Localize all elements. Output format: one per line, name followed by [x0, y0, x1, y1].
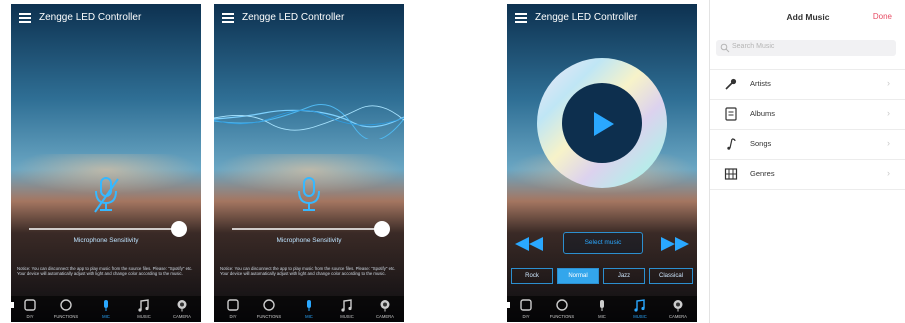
- add-music-panel: Add Music Done Search Music Artists › Al…: [709, 0, 905, 323]
- functions-icon: [263, 299, 275, 311]
- tab-diy[interactable]: DIY: [509, 299, 543, 319]
- sensitivity-label: Microphone Sensitivity: [73, 237, 139, 244]
- mode-selector: Rock Normal Jazz Classical: [511, 268, 693, 284]
- list-item-label: Songs: [750, 139, 772, 148]
- tab-mic[interactable]: MIC: [89, 299, 123, 319]
- mic-screen-active: Zengge LED Controller Microphone Sensiti…: [214, 4, 404, 322]
- diy-icon: [520, 299, 532, 311]
- camera-icon: [673, 300, 683, 312]
- tab-music[interactable]: MUSIC: [623, 299, 657, 319]
- slider-knob[interactable]: [171, 221, 187, 237]
- mode-classical[interactable]: Classical: [649, 268, 693, 284]
- sensitivity-slider[interactable]: [29, 221, 187, 237]
- notice-text: Notice: You can disconnect the app to pl…: [17, 266, 193, 277]
- mic-icon: [600, 300, 604, 311]
- select-music-button[interactable]: Select music: [563, 232, 643, 254]
- piano-icon: [724, 168, 738, 180]
- music-icon: [138, 299, 149, 312]
- sensitivity-slider[interactable]: [232, 221, 390, 237]
- tab-functions[interactable]: FUNCTIONS: [49, 299, 83, 319]
- tab-camera[interactable]: CAMERA: [368, 299, 402, 319]
- tab-bar: DIY FUNCTIONS MIC MUSIC CAMERA: [11, 296, 201, 322]
- tab-functions[interactable]: FUNCTIONS: [545, 299, 579, 319]
- tab-music[interactable]: MUSIC: [330, 299, 364, 319]
- previous-icon[interactable]: [515, 237, 543, 251]
- tab-diy[interactable]: DIY: [216, 299, 250, 319]
- chevron-right-icon: ›: [887, 78, 890, 88]
- search-placeholder: Search Music: [732, 43, 775, 50]
- mode-normal[interactable]: Normal: [557, 268, 599, 284]
- mode-jazz[interactable]: Jazz: [603, 268, 645, 284]
- app-title: Zengge LED Controller: [39, 12, 142, 23]
- music-icon: [341, 299, 352, 312]
- mic-icon: [104, 300, 108, 311]
- mode-rock[interactable]: Rock: [511, 268, 553, 284]
- slider-knob[interactable]: [374, 221, 390, 237]
- microphone-icon[interactable]: [294, 176, 324, 214]
- tab-music[interactable]: MUSIC: [127, 299, 161, 319]
- app-title: Zengge LED Controller: [242, 12, 345, 23]
- tab-diy[interactable]: DIY: [13, 299, 47, 319]
- notice-text: Notice: You can disconnect the app to pl…: [220, 266, 396, 277]
- microphone-muted-icon[interactable]: [91, 176, 121, 214]
- mic-screen-muted: Zengge LED Controller Microphone Sensiti…: [11, 4, 201, 322]
- app-title: Zengge LED Controller: [535, 12, 638, 23]
- camera-icon: [380, 300, 390, 312]
- title-bar: Zengge LED Controller: [214, 4, 404, 34]
- diy-icon: [24, 299, 36, 311]
- tab-bar: DIY FUNCTIONS MIC MUSIC CAMERA: [214, 296, 404, 322]
- tab-functions[interactable]: FUNCTIONS: [252, 299, 286, 319]
- tab-mic[interactable]: MIC: [292, 299, 326, 319]
- camera-icon: [177, 300, 187, 312]
- chevron-right-icon: ›: [887, 168, 890, 178]
- functions-icon: [556, 299, 568, 311]
- list-item-songs[interactable]: Songs ›: [710, 129, 905, 159]
- tab-camera[interactable]: CAMERA: [661, 299, 695, 319]
- next-icon[interactable]: [661, 237, 689, 251]
- sound-wave-graphic: [214, 104, 404, 139]
- menu-icon[interactable]: [19, 13, 31, 23]
- tab-mic[interactable]: MIC: [585, 299, 619, 319]
- music-icon: [634, 299, 645, 312]
- done-button[interactable]: Done: [873, 12, 892, 21]
- functions-icon: [60, 299, 72, 311]
- chevron-right-icon: ›: [887, 108, 890, 118]
- play-icon[interactable]: [586, 108, 618, 140]
- list-item-genres[interactable]: Genres ›: [710, 159, 905, 190]
- list-item-artists[interactable]: Artists ›: [710, 69, 905, 99]
- title-bar: Zengge LED Controller: [11, 4, 201, 34]
- list-item-label: Genres: [750, 169, 775, 178]
- mic-icon: [307, 300, 311, 311]
- search-input[interactable]: Search Music: [716, 40, 896, 56]
- list-item-label: Artists: [750, 79, 771, 88]
- menu-icon[interactable]: [515, 13, 527, 23]
- album-icon: [725, 107, 737, 121]
- music-controls: Select music: [515, 232, 689, 254]
- tab-bar: DIY FUNCTIONS MIC MUSIC CAMERA: [507, 296, 697, 322]
- diy-icon: [227, 299, 239, 311]
- menu-icon[interactable]: [222, 13, 234, 23]
- list-item-albums[interactable]: Albums ›: [710, 99, 905, 129]
- music-note-icon: [727, 138, 736, 150]
- tab-camera[interactable]: CAMERA: [165, 299, 199, 319]
- list-item-label: Albums: [750, 109, 776, 118]
- chevron-right-icon: ›: [887, 138, 890, 148]
- title-bar: Zengge LED Controller: [507, 4, 697, 34]
- microphone-icon: [725, 78, 737, 90]
- music-screen: Zengge LED Controller Select music Rock …: [507, 4, 697, 322]
- sensitivity-label: Microphone Sensitivity: [276, 237, 342, 244]
- search-icon: [720, 43, 730, 53]
